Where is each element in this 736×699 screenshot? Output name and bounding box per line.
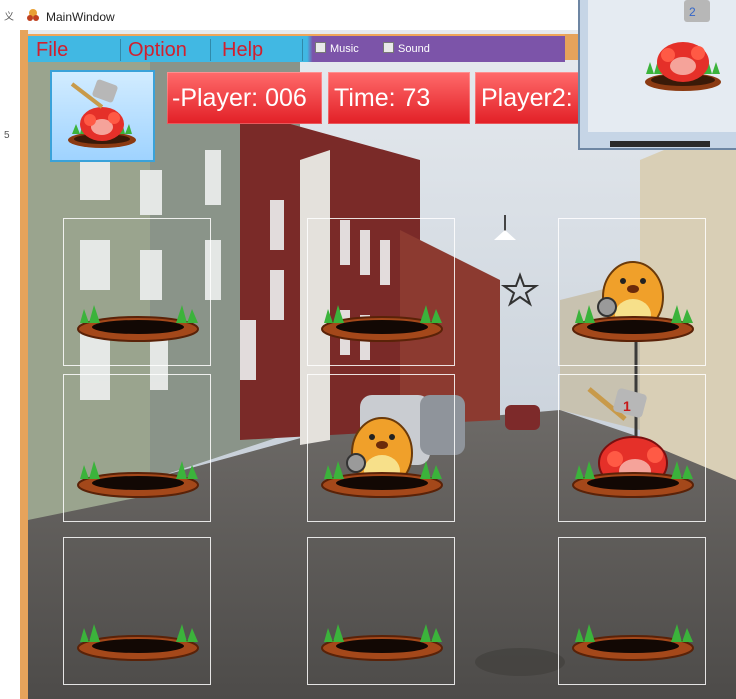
mole-hole-cell[interactable]: 1 [558, 374, 706, 522]
menu-bar: File Option Help Music Sound [28, 34, 565, 62]
mole-hole-cell[interactable] [558, 218, 706, 366]
mole-hole-cell[interactable] [63, 374, 211, 522]
preview-panel: 2 [588, 0, 736, 132]
menu-help[interactable]: Help [222, 39, 303, 61]
hit-number: 1 [623, 398, 631, 414]
mole-hole-cell[interactable] [307, 374, 455, 522]
player1-score: -Player: 006 [167, 72, 322, 124]
checkbox-icon [315, 42, 326, 53]
mole-hole-cell[interactable] [307, 218, 455, 366]
hole-icon [77, 305, 199, 342]
music-checkbox-label: Music [330, 43, 359, 55]
hole-icon [572, 624, 694, 661]
mole-icon [321, 417, 443, 498]
title-bar: MainWindow [20, 0, 590, 30]
mole-hole-cell[interactable] [307, 537, 455, 685]
checkbox-icon [383, 42, 394, 53]
edge-mark: 义 [4, 12, 14, 23]
window-title: MainWindow [46, 10, 115, 24]
player-avatar [50, 70, 155, 162]
hole-icon [77, 461, 199, 498]
hole-icon [321, 624, 443, 661]
game-window: 义 5 MainWindow File Option Help Music So… [0, 0, 736, 699]
time-remaining: Time: 73 [328, 72, 470, 124]
menu-file[interactable]: File [36, 39, 121, 61]
mole-hole-cell[interactable] [63, 218, 211, 366]
app-icon [27, 9, 39, 21]
hole-icon [77, 624, 199, 661]
menu-option[interactable]: Option [128, 39, 211, 61]
preview-bar [610, 141, 710, 147]
edge-mark: 5 [4, 130, 10, 141]
window-frame [20, 30, 28, 699]
sound-checkbox-label: Sound [398, 43, 430, 55]
music-checkbox[interactable]: Music [315, 42, 359, 55]
hit-mole-icon [68, 79, 136, 148]
mole-icon [572, 261, 694, 342]
preview-window: 2 [578, 0, 736, 150]
background-window-edge: 义 5 [0, 0, 21, 699]
player2-score: Player2: [475, 72, 585, 124]
hit-mole-icon: 2 [645, 0, 721, 91]
mole-hole-cell[interactable] [558, 537, 706, 685]
sound-checkbox[interactable]: Sound [383, 42, 430, 55]
hit-mole-icon: 1 [572, 387, 694, 498]
hit-number: 2 [689, 5, 696, 19]
hole-icon [321, 305, 443, 342]
mole-hole-cell[interactable] [63, 537, 211, 685]
